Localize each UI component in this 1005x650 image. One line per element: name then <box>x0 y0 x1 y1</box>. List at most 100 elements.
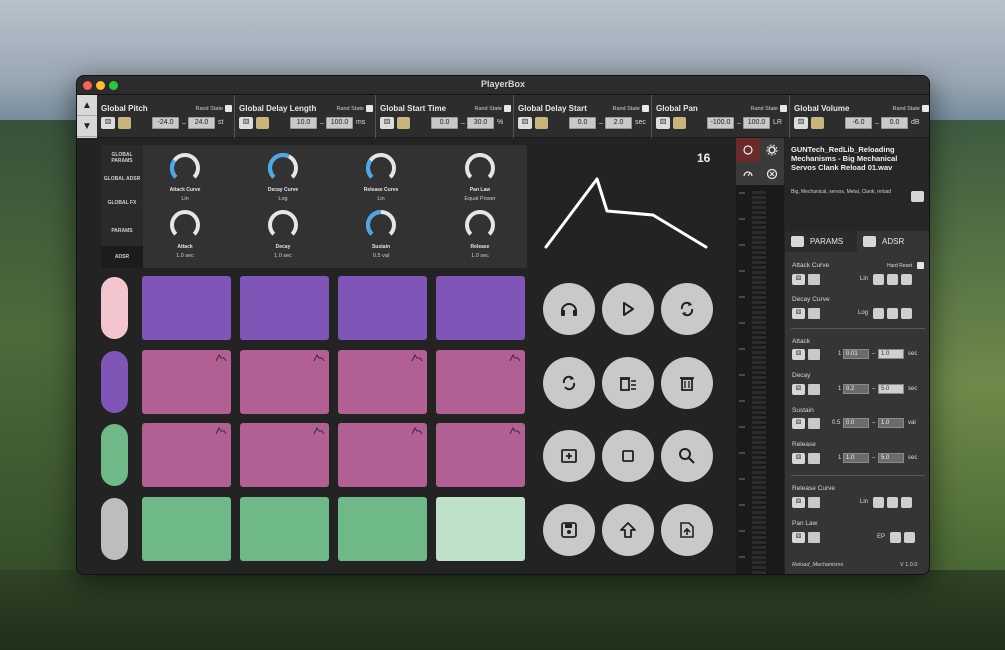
rand-state[interactable]: Rand State <box>892 105 929 112</box>
curve-exp-button[interactable] <box>901 274 912 285</box>
rand-state[interactable]: Rand State <box>750 105 787 112</box>
loop-button[interactable] <box>661 283 713 335</box>
release-rand-toggle[interactable] <box>808 453 820 464</box>
sample-pad[interactable] <box>142 423 231 487</box>
row-select-pill[interactable] <box>101 498 128 560</box>
attack-min-input[interactable]: 0.01 <box>843 349 869 359</box>
release-lin-button[interactable] <box>873 497 884 508</box>
upload-button[interactable] <box>602 504 654 556</box>
sample-pad[interactable] <box>436 350 525 414</box>
row-select-pill[interactable] <box>101 277 128 339</box>
decay-curve-rand-toggle[interactable] <box>808 308 820 319</box>
knob-decay-curve[interactable]: Decay Curve Log <box>265 151 301 202</box>
dice-icon[interactable]: ⚄ <box>656 117 670 129</box>
stop-button[interactable] <box>602 430 654 482</box>
rand-state-checkbox[interactable] <box>504 105 511 112</box>
release-exp-button[interactable] <box>901 497 912 508</box>
knob-release-curve[interactable]: Release Curve Lin <box>363 151 399 202</box>
rand-state[interactable]: Rand State <box>474 105 511 112</box>
chevron-down-icon[interactable]: ▼ <box>77 116 97 137</box>
attack-rand-dice[interactable]: ⚄ <box>792 349 805 360</box>
max-input[interactable]: 2.0 <box>605 117 632 129</box>
sustain-rand-dice[interactable]: ⚄ <box>792 418 805 429</box>
max-input[interactable]: 0.0 <box>881 117 908 129</box>
record-button[interactable] <box>736 138 760 162</box>
sustain-rand-toggle[interactable] <box>808 418 820 429</box>
rand-state[interactable]: Rand State <box>612 105 649 112</box>
dice-icon[interactable]: ⚄ <box>239 117 253 129</box>
min-input[interactable]: -6.0 <box>845 117 872 129</box>
release-min-input[interactable]: 1.0 <box>843 453 869 463</box>
knob-pan-law[interactable]: Pan Law Equal Power <box>462 151 498 202</box>
randomize-toggle[interactable] <box>256 117 269 129</box>
knob-decay[interactable]: Decay 1.0 sec <box>265 208 301 259</box>
curve-log-button[interactable] <box>887 274 898 285</box>
sample-pad[interactable] <box>142 350 231 414</box>
play-button[interactable] <box>602 283 654 335</box>
tab-global-params[interactable]: GLOBAL PARAMS <box>101 152 143 164</box>
folder-icon[interactable] <box>911 191 924 202</box>
export-file-button[interactable] <box>661 504 713 556</box>
rand-state-checkbox[interactable] <box>780 105 787 112</box>
settings-button[interactable] <box>760 138 784 162</box>
sample-pad[interactable] <box>436 423 525 487</box>
pan-law-rand-dice[interactable]: ⚄ <box>792 532 805 543</box>
attack-curve-rand-toggle[interactable] <box>808 274 820 285</box>
row-select-pill[interactable] <box>101 424 128 486</box>
rand-state-checkbox[interactable] <box>642 105 649 112</box>
dice-icon[interactable]: ⚄ <box>794 117 808 129</box>
sample-pad[interactable] <box>240 350 329 414</box>
decay-exp-button[interactable] <box>901 308 912 319</box>
decay-curve-rand-dice[interactable]: ⚄ <box>792 308 805 319</box>
sample-pad[interactable] <box>338 350 427 414</box>
sample-pad[interactable] <box>240 497 329 561</box>
randomize-button[interactable] <box>543 357 595 409</box>
attack-max-input[interactable]: 1.0 <box>878 349 904 359</box>
curve-lin-button[interactable] <box>873 274 884 285</box>
release-log-button[interactable] <box>887 497 898 508</box>
sample-pad[interactable] <box>240 423 329 487</box>
sustain-min-input[interactable]: 0.0 <box>843 418 869 428</box>
knob-release[interactable]: Release 1.0 sec <box>462 208 498 259</box>
rand-state[interactable]: Rand State <box>336 105 373 112</box>
knob-attack-curve[interactable]: Attack Curve Lin <box>167 151 203 202</box>
min-input[interactable]: -100.0 <box>707 117 734 129</box>
sample-pad[interactable] <box>436 276 525 340</box>
sample-pad[interactable] <box>338 276 427 340</box>
rand-state-checkbox[interactable] <box>225 105 232 112</box>
delete-button[interactable] <box>661 357 713 409</box>
sample-pad[interactable] <box>338 423 427 487</box>
dice-icon[interactable]: ⚄ <box>518 117 532 129</box>
search-button[interactable] <box>661 430 713 482</box>
cancel-button[interactable] <box>760 162 784 186</box>
headphones-preview-button[interactable] <box>543 283 595 335</box>
sample-pad[interactable] <box>142 497 231 561</box>
max-input[interactable]: 24.0 <box>188 117 215 129</box>
decay-rand-dice[interactable]: ⚄ <box>792 384 805 395</box>
decay-lin-button[interactable] <box>873 308 884 319</box>
sample-pad[interactable] <box>142 276 231 340</box>
randomize-toggle[interactable] <box>673 117 686 129</box>
decay-log-button[interactable] <box>887 308 898 319</box>
meter-mode-button[interactable] <box>736 162 760 186</box>
min-input[interactable]: -24.0 <box>152 117 179 129</box>
hard-reset-checkbox[interactable] <box>917 262 924 269</box>
tab-params-inspector[interactable]: PARAMS <box>785 231 857 252</box>
tab-global-fx[interactable]: GLOBAL FX <box>101 200 143 206</box>
pan-law-rand-toggle[interactable] <box>808 532 820 543</box>
release-rand-dice[interactable]: ⚄ <box>792 453 805 464</box>
pan-law-ep-button[interactable] <box>890 532 901 543</box>
min-input[interactable]: 0.0 <box>569 117 596 129</box>
max-input[interactable]: 100.0 <box>326 117 353 129</box>
decay-rand-toggle[interactable] <box>808 384 820 395</box>
sample-pad[interactable] <box>436 497 525 561</box>
decay-min-input[interactable]: 0.2 <box>843 384 869 394</box>
randomize-toggle[interactable] <box>118 117 131 129</box>
randomize-toggle[interactable] <box>535 117 548 129</box>
row-select-pill[interactable] <box>101 351 128 413</box>
sample-pad[interactable] <box>240 276 329 340</box>
attack-rand-toggle[interactable] <box>808 349 820 360</box>
knob-attack[interactable]: Attack 1.0 sec <box>167 208 203 259</box>
decay-max-input[interactable]: 5.0 <box>878 384 904 394</box>
randomize-toggle[interactable] <box>397 117 410 129</box>
